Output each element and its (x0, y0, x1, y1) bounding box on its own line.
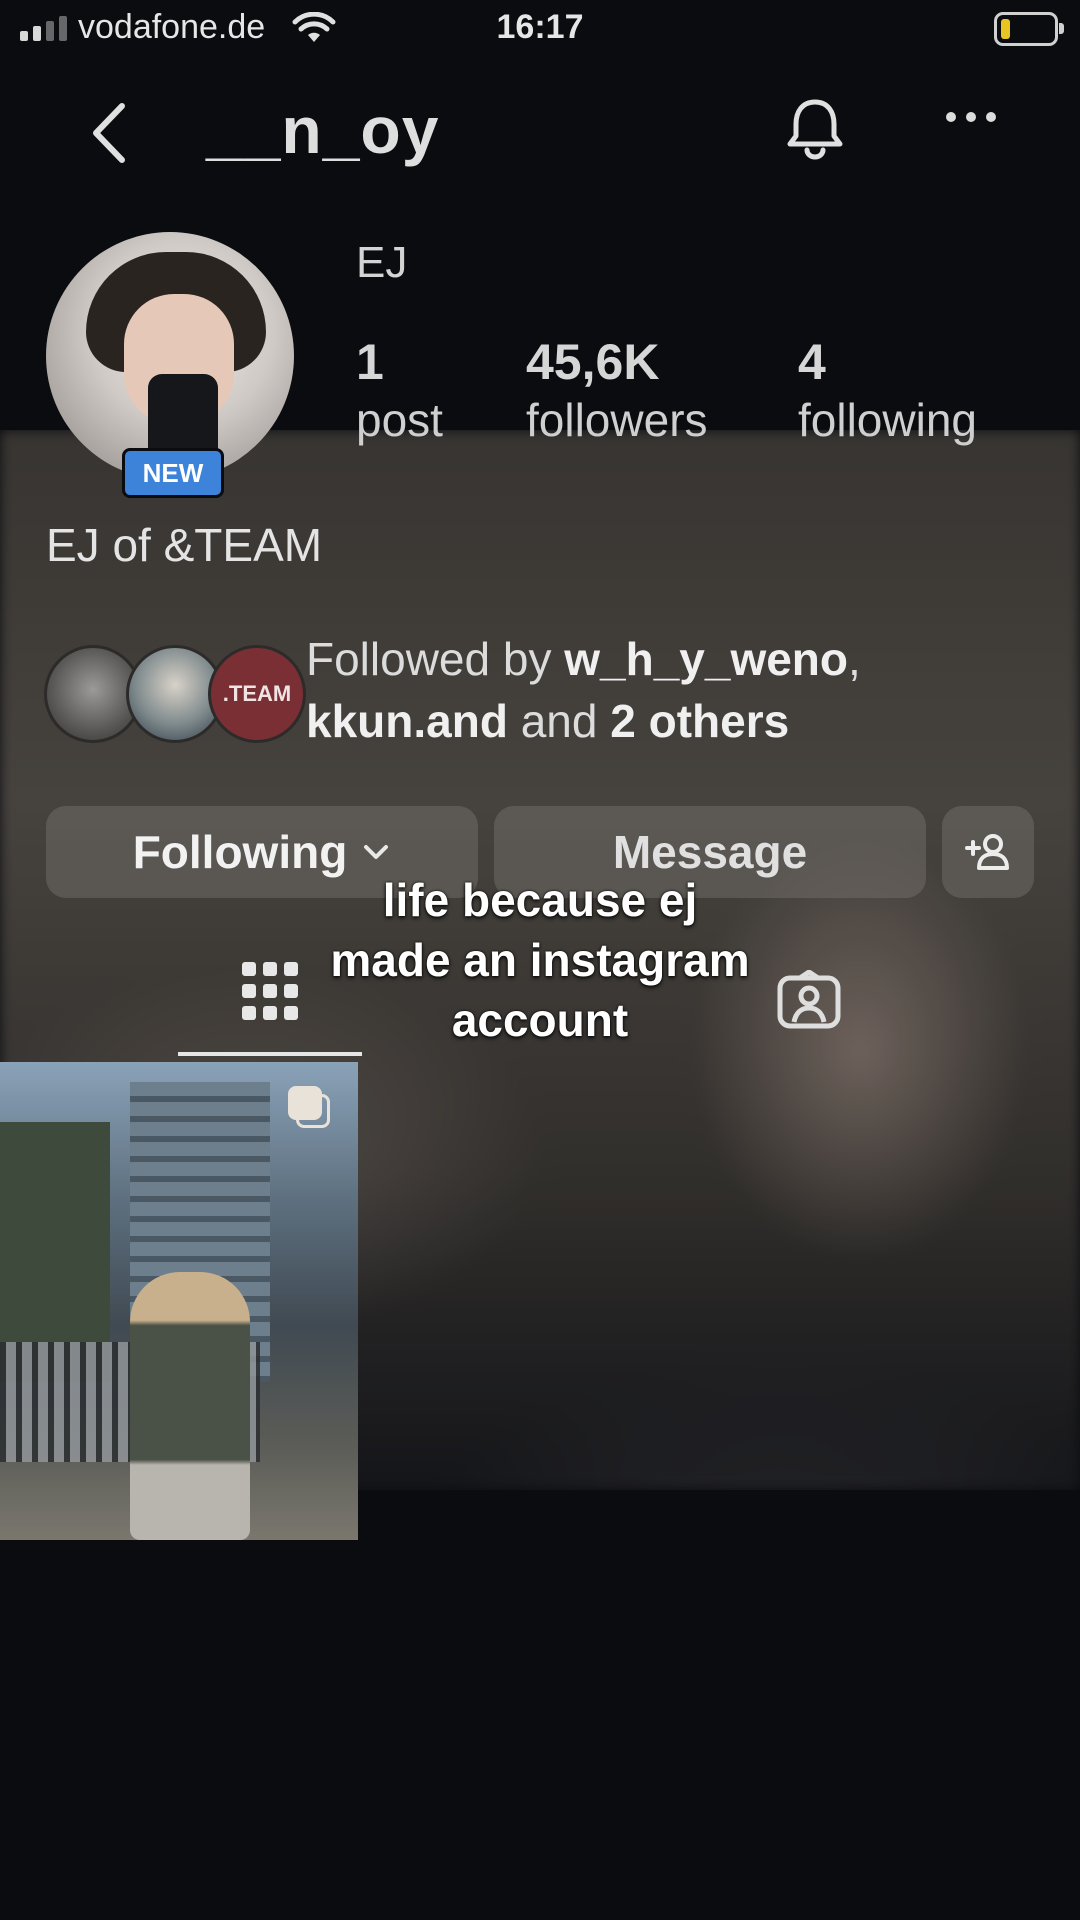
clock: 16:17 (496, 8, 584, 46)
header-username: __n_oy (206, 93, 440, 167)
caption-line: made an instagram (330, 934, 750, 986)
following-count: 4 (798, 334, 826, 390)
followed-by-text[interactable]: Followed by w_h_y_weno, kkun.and and 2 o… (306, 628, 1006, 752)
chevron-down-icon (364, 845, 389, 859)
mutual-followers-avatars[interactable]: .TEAM (44, 645, 306, 743)
back-chevron-icon[interactable] (82, 98, 142, 168)
mutual-user-link[interactable]: kkun.and (306, 695, 508, 747)
mutual-user-link[interactable]: w_h_y_weno (564, 633, 848, 685)
bell-icon[interactable] (782, 96, 848, 162)
display-name: EJ (356, 238, 408, 287)
following-stat[interactable]: 4 following (798, 334, 977, 450)
caption-line: life because ej (382, 874, 698, 926)
followers-stat[interactable]: 45,6K followers (526, 334, 708, 450)
bottom-background (0, 1490, 1080, 1920)
followers-count: 45,6K (526, 334, 660, 390)
status-bar: vodafone.de 16:17 (0, 0, 1080, 60)
tagged-icon[interactable] (776, 970, 842, 1030)
add-user-button[interactable] (942, 806, 1034, 898)
post-thumbnail[interactable] (0, 1062, 358, 1540)
posts-stat[interactable]: 1 post (356, 334, 443, 450)
multiple-posts-icon (288, 1086, 332, 1130)
new-badge: NEW (122, 448, 224, 498)
caption-line: account (451, 994, 629, 1046)
following-label: following (798, 394, 977, 446)
more-icon[interactable] (946, 112, 996, 122)
others-link[interactable]: 2 others (610, 695, 789, 747)
profile-avatar[interactable] (46, 232, 294, 480)
video-caption: life because ej made an instagram accoun… (240, 870, 840, 1050)
posts-label: post (356, 394, 443, 446)
followers-label: followers (526, 394, 708, 446)
add-user-icon (965, 834, 1009, 870)
grid-icon[interactable] (242, 962, 298, 1026)
posts-count: 1 (356, 334, 384, 390)
battery-icon (994, 12, 1064, 46)
bio-text: EJ of &TEAM (46, 519, 323, 571)
active-tab-indicator (178, 1052, 362, 1056)
mutual-avatar: .TEAM (208, 645, 306, 743)
